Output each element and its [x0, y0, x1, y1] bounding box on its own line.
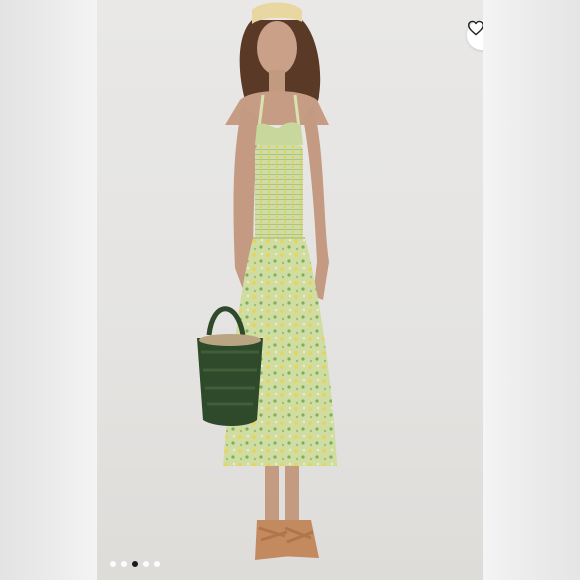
model-illustration [197, 2, 337, 560]
carousel-dot[interactable] [110, 561, 116, 567]
listing-photo-viewer: 2250 [0, 0, 580, 580]
carousel-dot[interactable] [143, 561, 149, 567]
carousel-dot[interactable] [154, 561, 160, 567]
carousel-dot[interactable] [121, 561, 127, 567]
product-photo[interactable]: 2250 [97, 0, 483, 580]
carousel-indicator [110, 561, 160, 567]
carousel-dot[interactable] [132, 561, 138, 567]
heart-outline-icon [468, 20, 483, 36]
blurred-background-right [483, 0, 580, 580]
blurred-background-left [0, 0, 97, 580]
